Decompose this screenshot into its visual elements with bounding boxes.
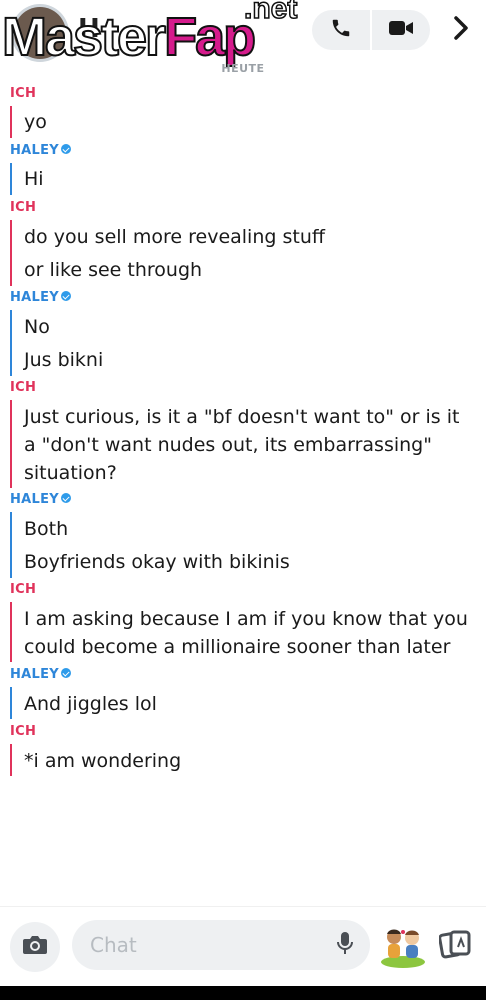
verified-badge-icon xyxy=(61,493,72,503)
sender-label: ICH xyxy=(10,724,37,739)
cards-button[interactable] xyxy=(436,927,474,965)
sender-name: HALEY xyxy=(10,290,60,305)
message-text: Hi xyxy=(24,168,44,190)
message-text: Jus bikni xyxy=(24,349,104,371)
sender-label: HALEY xyxy=(10,143,72,158)
message-bar xyxy=(10,106,12,138)
voice-call-button[interactable] xyxy=(312,10,370,50)
watermark-suffix: .net xyxy=(243,0,298,26)
message-text: Both xyxy=(24,518,69,540)
message-bar xyxy=(10,220,12,286)
message-text: No xyxy=(24,316,50,338)
watermark-part2: Fap xyxy=(163,6,257,68)
microphone-button[interactable] xyxy=(332,932,358,958)
message-bar xyxy=(10,602,12,662)
call-controls xyxy=(312,10,430,50)
message-text: Just curious, is it a "bf doesn't want t… xyxy=(24,406,460,484)
sender-name: HALEY xyxy=(10,143,60,158)
message-text: I am asking because I am if you know tha… xyxy=(24,608,468,658)
sender-label: HALEY xyxy=(10,667,72,682)
camera-button[interactable] xyxy=(10,922,60,972)
microphone-icon xyxy=(337,931,353,959)
sender-name: HALEY xyxy=(10,492,60,507)
day-label: HEUTE xyxy=(221,62,265,75)
message-bar xyxy=(10,400,12,488)
chat-header: H MasterFap .net xyxy=(0,0,486,68)
system-navigation-bar xyxy=(0,986,486,1000)
chat-input[interactable] xyxy=(72,920,370,970)
message-text: Boyfriends okay with bikinis xyxy=(24,551,290,573)
message-text: And jiggles lol xyxy=(24,693,157,715)
sender-label: ICH xyxy=(10,380,37,395)
video-call-button[interactable] xyxy=(372,10,430,50)
phone-icon xyxy=(330,17,352,43)
chevron-right-icon xyxy=(453,16,469,44)
watermark-text: MasterFap xyxy=(1,6,257,68)
composer-bar xyxy=(0,906,486,987)
watermark-part1: Master xyxy=(1,6,167,68)
verified-badge-icon xyxy=(61,668,72,678)
sender-label: ICH xyxy=(10,582,37,597)
message-bar xyxy=(10,687,12,719)
cards-icon xyxy=(438,929,471,963)
message-bar xyxy=(10,310,12,376)
verified-badge-icon xyxy=(61,291,72,301)
verified-badge-icon xyxy=(61,144,72,154)
message-bar xyxy=(10,744,12,776)
forward-button[interactable] xyxy=(446,12,476,48)
camera-icon xyxy=(22,934,48,960)
message-bar xyxy=(10,163,12,195)
message-text: *i am wondering xyxy=(24,750,182,772)
message-text: yo xyxy=(24,111,47,133)
bitmoji-button[interactable] xyxy=(378,924,428,968)
message-bar xyxy=(10,512,12,578)
sender-label: ICH xyxy=(10,200,37,215)
message-text: or like see through xyxy=(24,259,203,281)
sender-name: HALEY xyxy=(10,667,60,682)
sender-label: ICH xyxy=(10,86,37,101)
sender-label: HALEY xyxy=(10,290,72,305)
message-text: do you sell more revealing stuff xyxy=(24,226,325,248)
bitmoji-icon xyxy=(378,929,428,972)
video-camera-icon xyxy=(388,18,414,42)
sender-label: HALEY xyxy=(10,492,72,507)
